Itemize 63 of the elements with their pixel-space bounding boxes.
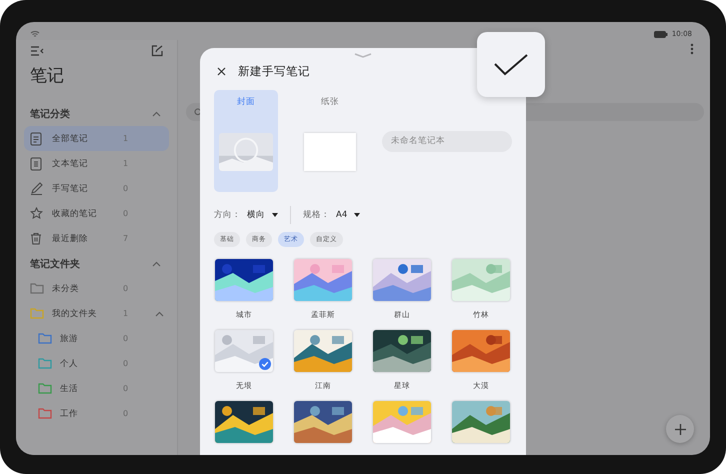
- sidebar-item[interactable]: 工作 0: [24, 401, 169, 426]
- sidebar-item[interactable]: 未分类 0: [24, 276, 169, 301]
- wifi-icon: [30, 30, 40, 38]
- folder-icon: [30, 283, 44, 294]
- sidebar-item[interactable]: 文本笔记 1: [24, 151, 169, 176]
- option-label: 规格：: [303, 209, 330, 221]
- check-icon: [494, 54, 528, 76]
- folder-icon: [30, 308, 44, 319]
- name-field[interactable]: 未命名笔记本: [382, 130, 512, 152]
- sidebar-item[interactable]: 我的文件夹 1: [24, 301, 169, 326]
- cover-thumbnail[interactable]: [215, 401, 273, 443]
- document-icon: [30, 132, 42, 146]
- folder-icon: [38, 383, 52, 394]
- tab[interactable]: 纸张: [298, 90, 362, 192]
- folder-icon: [38, 408, 52, 419]
- cover-thumbnail[interactable]: [215, 330, 273, 372]
- sheet-handle-icon[interactable]: [354, 53, 372, 58]
- chevron-icon[interactable]: [152, 111, 161, 117]
- caret-icon: [354, 213, 360, 217]
- cover-thumbnail[interactable]: [294, 330, 352, 372]
- check-badge-icon: [259, 358, 271, 370]
- chevron-icon[interactable]: [155, 310, 164, 316]
- app-title: 笔记: [29, 65, 65, 88]
- edit-icon[interactable]: [151, 45, 163, 57]
- close-icon[interactable]: [217, 67, 226, 76]
- cover-thumbnail[interactable]: [452, 259, 510, 301]
- chevron-icon[interactable]: [152, 261, 161, 267]
- paper-thumbnail: [304, 133, 356, 171]
- caret-icon: [272, 213, 278, 217]
- sidebar-item[interactable]: 全部笔记 1: [24, 126, 169, 151]
- trash-icon: [30, 232, 42, 245]
- pen-icon: [30, 182, 43, 195]
- section-title: 笔记文件夹: [30, 258, 80, 271]
- plus-icon: [674, 424, 686, 434]
- cover-thumbnail[interactable]: [373, 401, 431, 443]
- cover-thumbnail[interactable]: [373, 259, 431, 301]
- cover-thumbnail[interactable]: [373, 330, 431, 372]
- option-label: 方向：: [214, 209, 241, 221]
- cover-thumbnail[interactable]: [215, 259, 273, 301]
- sidebar-item[interactable]: 最近删除 7: [24, 226, 169, 251]
- cover-thumbnail[interactable]: [452, 401, 510, 443]
- section-title: 笔记分类: [30, 108, 70, 121]
- sheet-title: 新建手写笔记: [238, 64, 310, 79]
- sidebar-item[interactable]: 手写笔记 0: [24, 176, 169, 201]
- sidebar-item[interactable]: 生活 0: [24, 376, 169, 401]
- text-note-icon: [30, 156, 42, 170]
- add-button[interactable]: [666, 415, 694, 443]
- star-icon: [30, 207, 43, 220]
- collapse-menu-icon[interactable]: [30, 46, 44, 56]
- tab[interactable]: 封面: [214, 90, 278, 192]
- confirm-button[interactable]: [477, 32, 545, 97]
- more-icon[interactable]: [690, 43, 694, 55]
- folder-icon: [38, 358, 52, 369]
- battery-icon: [654, 30, 668, 38]
- option-dropdown[interactable]: A4: [336, 210, 360, 220]
- option-dropdown[interactable]: 横向: [247, 209, 278, 221]
- sidebar-item[interactable]: 旅游 0: [24, 326, 169, 351]
- cover-thumbnail[interactable]: [294, 401, 352, 443]
- sidebar-item[interactable]: 个人 0: [24, 351, 169, 376]
- folder-icon: [38, 333, 52, 344]
- sidebar-item[interactable]: 收藏的笔记 0: [24, 201, 169, 226]
- cover-thumbnail[interactable]: [452, 330, 510, 372]
- cover-thumbnail[interactable]: [294, 259, 352, 301]
